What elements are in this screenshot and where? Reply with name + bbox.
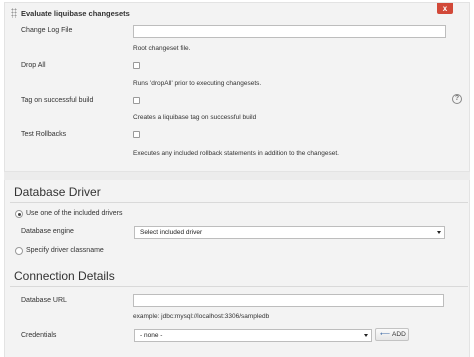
- help-icon[interactable]: ?: [452, 94, 462, 104]
- add-credentials-label: ADD: [392, 331, 406, 338]
- section-divider: [4, 172, 470, 180]
- add-credentials-button[interactable]: ⟵ ADD: [375, 328, 409, 341]
- database-url-input[interactable]: [133, 294, 444, 307]
- test-rollbacks-checkbox[interactable]: [133, 131, 140, 138]
- key-icon: ⟵: [380, 331, 391, 338]
- chevron-down-icon: [364, 334, 368, 337]
- change-log-file-label: Change Log File: [21, 27, 73, 34]
- change-log-file-description: Root changeset file.: [133, 45, 191, 52]
- database-engine-label: Database engine: [21, 228, 74, 235]
- database-driver-title: Database Driver: [14, 185, 101, 199]
- chevron-down-icon: [437, 231, 441, 234]
- test-rollbacks-label: Test Rollbacks: [21, 131, 67, 138]
- section-rule: [10, 202, 468, 203]
- tag-on-build-label: Tag on successful build: [21, 97, 94, 104]
- database-url-example: example: jdbc:mysql://localhost:3306/sam…: [133, 313, 270, 320]
- credentials-label: Credentials: [21, 332, 57, 339]
- tag-on-build-checkbox[interactable]: [133, 97, 140, 104]
- tag-on-build-description: Creates a liquibase tag on successful bu…: [133, 114, 257, 121]
- specify-classname-label: Specify driver classname: [26, 247, 104, 254]
- delete-step-button[interactable]: x: [437, 3, 453, 14]
- database-engine-value: Select included driver: [140, 229, 203, 236]
- specify-classname-radio[interactable]: [15, 247, 23, 255]
- included-drivers-label: Use one of the included drivers: [26, 210, 123, 217]
- test-rollbacks-description: Executes any included rollback statement…: [133, 150, 339, 157]
- database-url-label: Database URL: [21, 297, 67, 304]
- database-engine-select[interactable]: Select included driver: [134, 226, 445, 239]
- section-rule: [10, 286, 468, 287]
- drop-all-label: Drop All: [21, 62, 46, 69]
- credentials-select[interactable]: - none -: [134, 329, 372, 342]
- step-title: Evaluate liquibase changesets: [21, 9, 130, 18]
- change-log-file-input[interactable]: [133, 25, 446, 38]
- connection-details-title: Connection Details: [14, 269, 115, 283]
- credentials-value: - none -: [140, 332, 163, 339]
- drop-all-checkbox[interactable]: [133, 62, 140, 69]
- drop-all-description: Runs 'dropAll' prior to executing change…: [133, 80, 262, 87]
- included-drivers-radio[interactable]: [15, 210, 23, 218]
- drag-handle-icon[interactable]: [11, 8, 17, 18]
